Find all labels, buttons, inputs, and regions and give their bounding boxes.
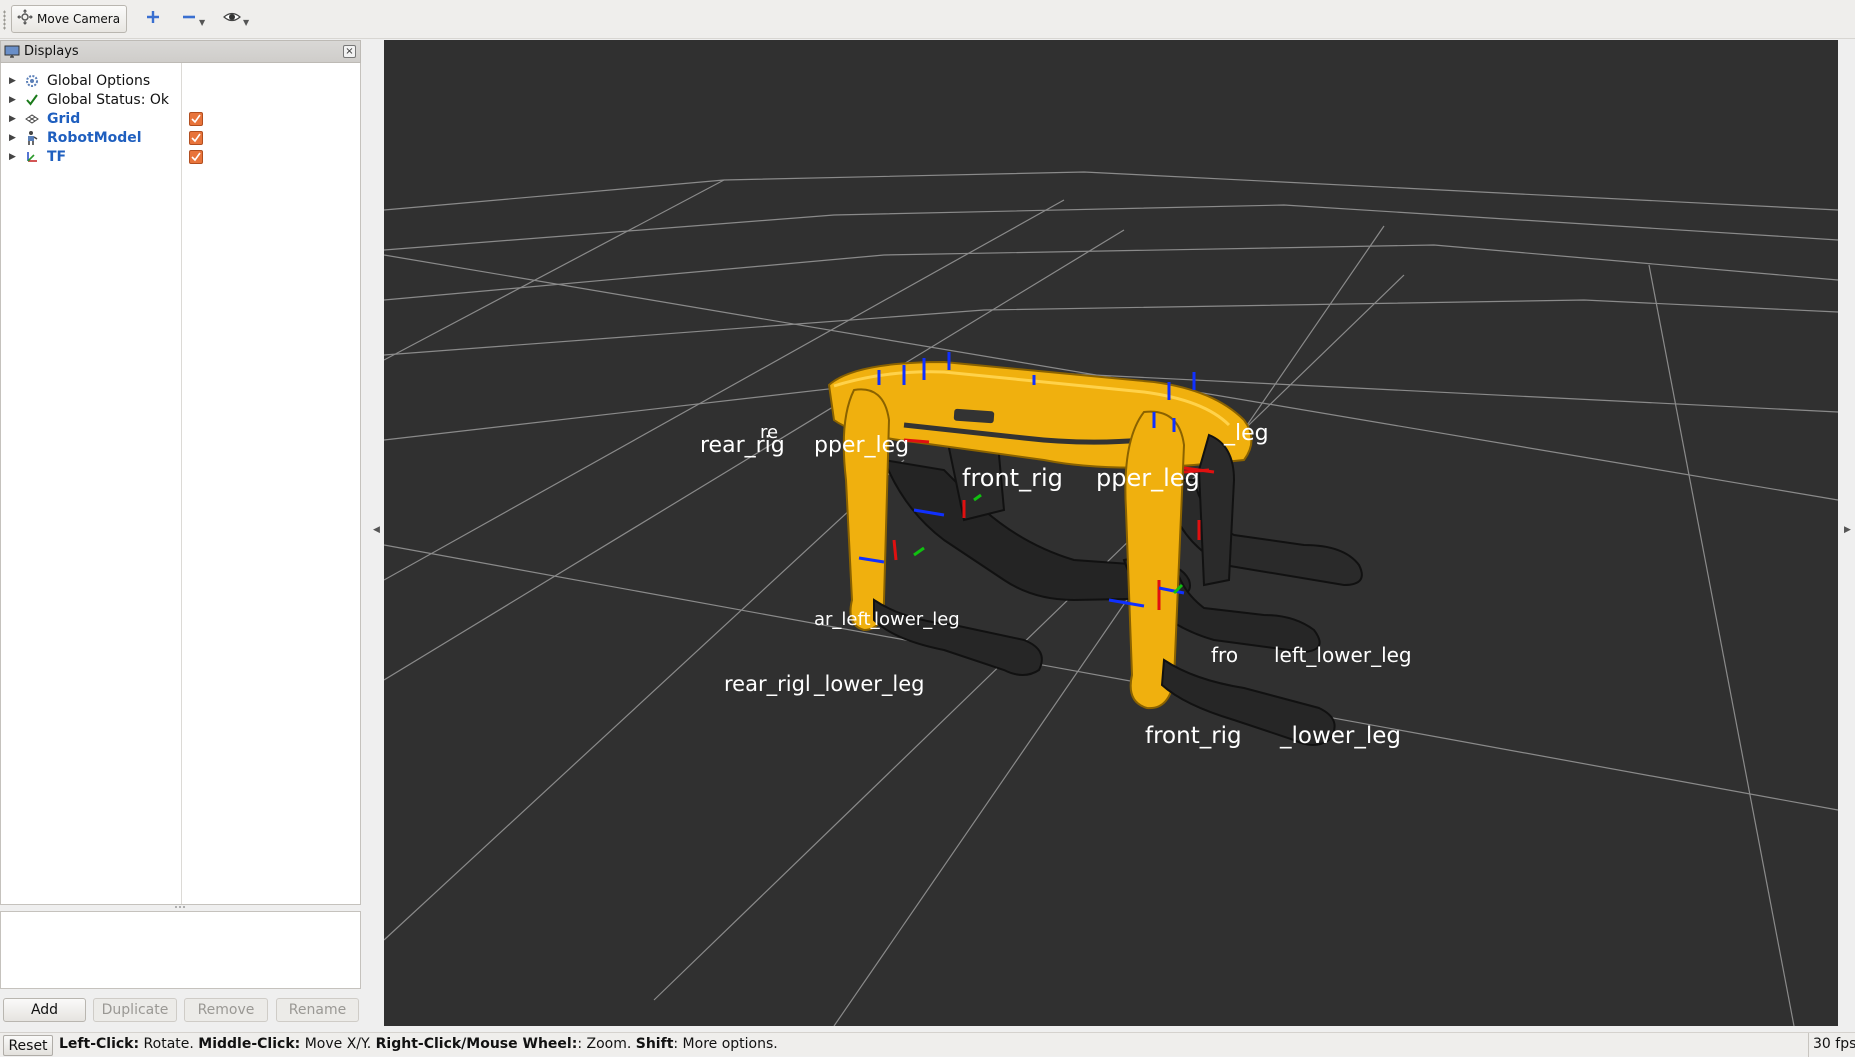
tf-label: front_rig xyxy=(962,464,1063,492)
chevron-down-icon: ▼ xyxy=(199,17,206,27)
tf-label: _leg xyxy=(1223,421,1269,446)
add-tool-icon xyxy=(145,9,161,29)
tf-label: left_lower_leg xyxy=(1274,643,1412,667)
tf-label: rear_rigl xyxy=(724,672,811,697)
robotmodel-enabled-checkbox[interactable] xyxy=(189,130,203,145)
expand-arrow-icon[interactable]: ▶ xyxy=(9,133,16,143)
remove-tool-icon xyxy=(181,9,197,29)
tf-label: _lower_leg xyxy=(813,672,925,697)
move-camera-icon xyxy=(17,9,33,29)
tf-label: front_rig xyxy=(1145,723,1242,749)
chevron-down-icon: ▼ xyxy=(243,17,250,27)
render-viewport[interactable]: rear_rig pper_leg re _leg front_rig pper… xyxy=(384,40,1838,1026)
tf-label: ar_left_ xyxy=(814,609,881,630)
hint-text: Move X/Y. xyxy=(300,1036,376,1052)
tf-label: lower_leg xyxy=(874,609,960,630)
expand-arrow-icon[interactable]: ▶ xyxy=(9,114,16,124)
reset-button[interactable]: Reset xyxy=(3,1035,53,1056)
tree-item-label: TF xyxy=(47,148,67,165)
displays-button-row: Add Duplicate Remove Rename xyxy=(0,995,362,1027)
description-box xyxy=(0,911,361,989)
expand-arrow-icon[interactable]: ▶ xyxy=(9,76,16,86)
tf-label: pper_leg xyxy=(814,433,909,458)
displays-tree: ▶ Global Options ▶ Global Status: Ok ▶ G… xyxy=(0,63,361,905)
tree-item-tf[interactable]: ▶ TF xyxy=(1,147,360,166)
tf-label: re xyxy=(760,422,778,443)
rename-button[interactable]: Rename xyxy=(276,998,359,1022)
tree-item-global-options[interactable]: ▶ Global Options xyxy=(1,71,360,90)
add-tool-button[interactable] xyxy=(145,5,161,33)
gear-icon xyxy=(24,73,40,89)
hint-key: Shift xyxy=(635,1036,674,1052)
tf-enabled-checkbox[interactable] xyxy=(189,149,203,164)
tf-label: pper_leg xyxy=(1096,464,1200,492)
expand-arrow-icon[interactable]: ▶ xyxy=(9,152,16,162)
close-icon[interactable]: × xyxy=(343,45,356,58)
grid-enabled-checkbox[interactable] xyxy=(189,111,203,126)
column-divider xyxy=(181,63,182,904)
eye-icon xyxy=(223,9,241,29)
scene-svg: rear_rig pper_leg re _leg front_rig pper… xyxy=(384,171,1838,1026)
tree-item-label: Global Status: Ok xyxy=(47,91,170,108)
monitor-icon xyxy=(4,45,20,59)
axes-icon xyxy=(24,149,40,165)
grid-icon xyxy=(24,111,40,127)
tree-item-robotmodel[interactable]: ▶ RobotModel xyxy=(1,128,360,147)
displays-title: Displays xyxy=(24,44,79,59)
collapse-right-arrow-icon[interactable]: ▶ xyxy=(1844,525,1851,535)
robot-icon xyxy=(24,130,40,146)
panel-splitter-handle[interactable] xyxy=(174,905,186,910)
tree-item-label: Grid xyxy=(47,110,81,127)
mouse-hint-text: Left-Click: Rotate. Middle-Click: Move X… xyxy=(59,1036,778,1052)
fps-readout: 30 fps xyxy=(1808,1033,1855,1057)
displays-panel: Displays × ▶ Global Options ▶ Global Sta… xyxy=(0,40,362,1032)
tf-label: _lower_leg xyxy=(1279,723,1401,749)
tree-item-label: Global Options xyxy=(47,72,151,89)
hint-key: Left-Click: xyxy=(59,1036,140,1052)
status-bar: Reset Left-Click: Rotate. Middle-Click: … xyxy=(0,1032,1855,1057)
add-button[interactable]: Add xyxy=(3,998,86,1022)
displays-header: Displays × xyxy=(0,40,361,63)
hint-text: Rotate. xyxy=(139,1036,199,1052)
expand-arrow-icon[interactable]: ▶ xyxy=(9,95,16,105)
checkmark-icon xyxy=(24,92,40,108)
tf-label: fro xyxy=(1211,643,1238,667)
toolbar-grip[interactable] xyxy=(3,10,6,30)
view-tool-button[interactable]: ▼ xyxy=(223,5,249,33)
hint-text: : Zoom. xyxy=(577,1036,636,1052)
hint-key: Right-Click/Mouse Wheel: xyxy=(375,1036,578,1052)
remove-button[interactable]: Remove xyxy=(184,998,268,1022)
main-toolbar: Move Camera ▼ ▼ xyxy=(0,0,1855,39)
tree-item-grid[interactable]: ▶ Grid xyxy=(1,109,360,128)
hint-text: : More options. xyxy=(673,1036,778,1052)
move-camera-label: Move Camera xyxy=(37,12,121,26)
move-camera-button[interactable]: Move Camera xyxy=(11,5,128,33)
tree-item-global-status[interactable]: ▶ Global Status: Ok xyxy=(1,90,360,109)
hint-key: Middle-Click: xyxy=(198,1036,301,1052)
collapse-left-arrow-icon[interactable]: ◀ xyxy=(373,525,380,535)
remove-tool-button[interactable]: ▼ xyxy=(181,5,205,33)
tree-item-label: RobotModel xyxy=(47,129,142,146)
duplicate-button[interactable]: Duplicate xyxy=(93,998,177,1022)
